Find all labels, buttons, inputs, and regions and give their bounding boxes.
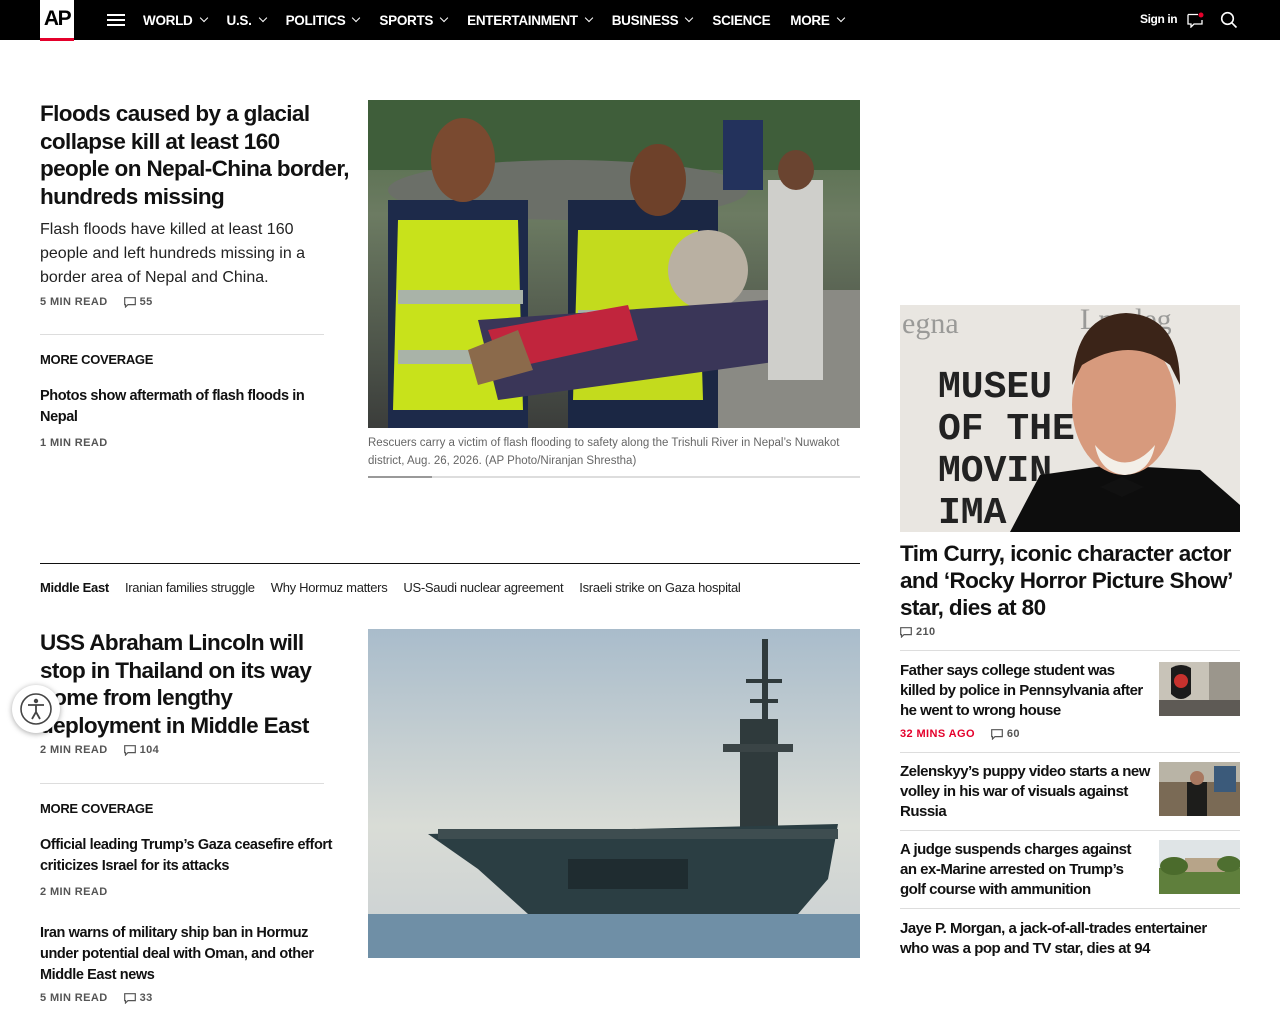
svg-text:OF THE: OF THE: [938, 408, 1075, 451]
comment-count[interactable]: 55: [123, 296, 153, 308]
nav-item-business[interactable]: BUSINESS: [612, 13, 694, 28]
hamburger-menu-icon[interactable]: [107, 14, 125, 26]
story-description: Flash floods have killed at least 160 pe…: [40, 221, 306, 286]
rail-headline[interactable]: Jaye P. Morgan, a jack-of-all-trades ent…: [900, 919, 1230, 959]
more-coverage-link[interactable]: Photos show aftermath of flash floods in…: [40, 386, 330, 428]
comment-count[interactable]: 33: [123, 992, 153, 1004]
nav-item-more[interactable]: MORE: [790, 13, 845, 28]
golf-course-thumbnail[interactable]: [1159, 840, 1240, 894]
top-nav: AP WORLD U.S. POLITICS SPORTS ENTERTAINM…: [0, 0, 1280, 41]
read-time: 1 MIN READ: [40, 437, 108, 449]
divider: [900, 650, 1240, 651]
nav-item-world[interactable]: WORLD: [143, 13, 208, 28]
chevron-down-icon: [439, 13, 449, 23]
nav-item-science[interactable]: SCIENCE: [712, 13, 770, 28]
divider: [40, 334, 324, 335]
chevron-down-icon: [199, 13, 208, 23]
chevron-down-icon: [685, 13, 694, 23]
more-coverage-label: MORE COVERAGE: [40, 801, 154, 816]
comment-icon: [123, 296, 136, 308]
svg-text:IMA: IMA: [938, 492, 1007, 532]
chevron-down-icon: [584, 13, 593, 23]
accessibility-button[interactable]: [12, 685, 60, 733]
story-meta: 32 MINS AGO 60: [900, 728, 1020, 740]
tag-link[interactable]: Iranian families struggle: [125, 580, 255, 595]
rail-headline[interactable]: A judge suspends charges against an ex-M…: [900, 840, 1150, 900]
topic-tag-bar: Middle East Iranian families struggle Wh…: [40, 580, 757, 595]
search-icon[interactable]: [1220, 11, 1238, 29]
nav-item-entertainment[interactable]: ENTERTAINMENT: [467, 13, 593, 28]
image-caption: Rescuers carry a victim of flash floodin…: [368, 437, 840, 467]
chevron-down-icon: [352, 13, 361, 23]
timestamp: 32 MINS AGO: [900, 728, 975, 740]
zelenskyy-thumbnail[interactable]: [1159, 762, 1240, 816]
tag-link[interactable]: Why Hormuz matters: [271, 580, 388, 595]
svg-text:egna: egna: [902, 307, 959, 340]
divider: [40, 783, 324, 784]
sign-in-link[interactable]: Sign in: [1140, 12, 1178, 26]
comment-count[interactable]: 104: [123, 744, 160, 756]
flood-rescue-photo[interactable]: [368, 100, 860, 428]
read-time: 2 MIN READ: [40, 886, 108, 898]
story-meta: 5 MIN READ 33: [40, 992, 153, 1004]
caption-progress-bar: [368, 476, 860, 478]
nav-item-sports[interactable]: SPORTS: [379, 13, 449, 28]
more-coverage-label: MORE COVERAGE: [40, 352, 154, 367]
tag-middle-east[interactable]: Middle East: [40, 580, 109, 595]
more-coverage-link[interactable]: Iran warns of military ship ban in Hormu…: [40, 923, 340, 986]
comment-icon: [900, 626, 912, 638]
comment-count[interactable]: 210: [900, 626, 936, 638]
main-menu: WORLD U.S. POLITICS SPORTS ENTERTAINMENT…: [143, 0, 864, 40]
rail-headline[interactable]: Zelenskyy’s puppy video starts a new vol…: [900, 762, 1150, 822]
tim-curry-photo[interactable]: egna Lmeleg MUSEU OF THE MOVIN IMA: [900, 305, 1240, 532]
comment-icon: [991, 728, 1003, 740]
divider: [900, 908, 1240, 909]
read-time: 2 MIN READ: [40, 744, 108, 756]
nav-item-politics[interactable]: POLITICS: [286, 13, 361, 28]
story-meta: 210: [900, 626, 936, 638]
chevron-down-icon: [836, 13, 845, 23]
chevron-down-icon: [258, 13, 267, 23]
ap-logo[interactable]: AP: [40, 0, 74, 41]
story-headline[interactable]: Floods caused by a glacial collapse kill…: [40, 100, 350, 210]
accessibility-icon: [20, 693, 52, 725]
rail-lead-headline[interactable]: Tim Curry, iconic character actor and ‘R…: [900, 540, 1240, 621]
story-meta: 2 MIN READ 104: [40, 744, 159, 756]
comment-icon: [123, 992, 136, 1004]
police-patch-thumbnail[interactable]: [1159, 662, 1240, 716]
rail-headline[interactable]: Father says college student was killed b…: [900, 661, 1150, 721]
story-headline[interactable]: USS Abraham Lincoln will stop in Thailan…: [40, 629, 350, 739]
tag-link[interactable]: Israeli strike on Gaza hospital: [579, 580, 741, 595]
divider: [900, 830, 1240, 831]
notification-icon[interactable]: [1186, 12, 1204, 28]
divider: [900, 752, 1240, 753]
aircraft-carrier-photo[interactable]: [368, 629, 860, 958]
tag-link[interactable]: US-Saudi nuclear agreement: [403, 580, 563, 595]
nav-item-us[interactable]: U.S.: [227, 13, 267, 28]
read-time: 5 MIN READ: [40, 296, 108, 308]
comment-icon: [123, 744, 136, 756]
more-coverage-link[interactable]: Official leading Trump’s Gaza ceasefire …: [40, 835, 340, 877]
read-time: 5 MIN READ: [40, 992, 108, 1004]
comment-count[interactable]: 60: [991, 728, 1020, 740]
section-rule: [40, 563, 860, 564]
svg-text:MUSEU: MUSEU: [938, 366, 1052, 409]
story-meta: 5 MIN READ 55: [40, 296, 153, 308]
